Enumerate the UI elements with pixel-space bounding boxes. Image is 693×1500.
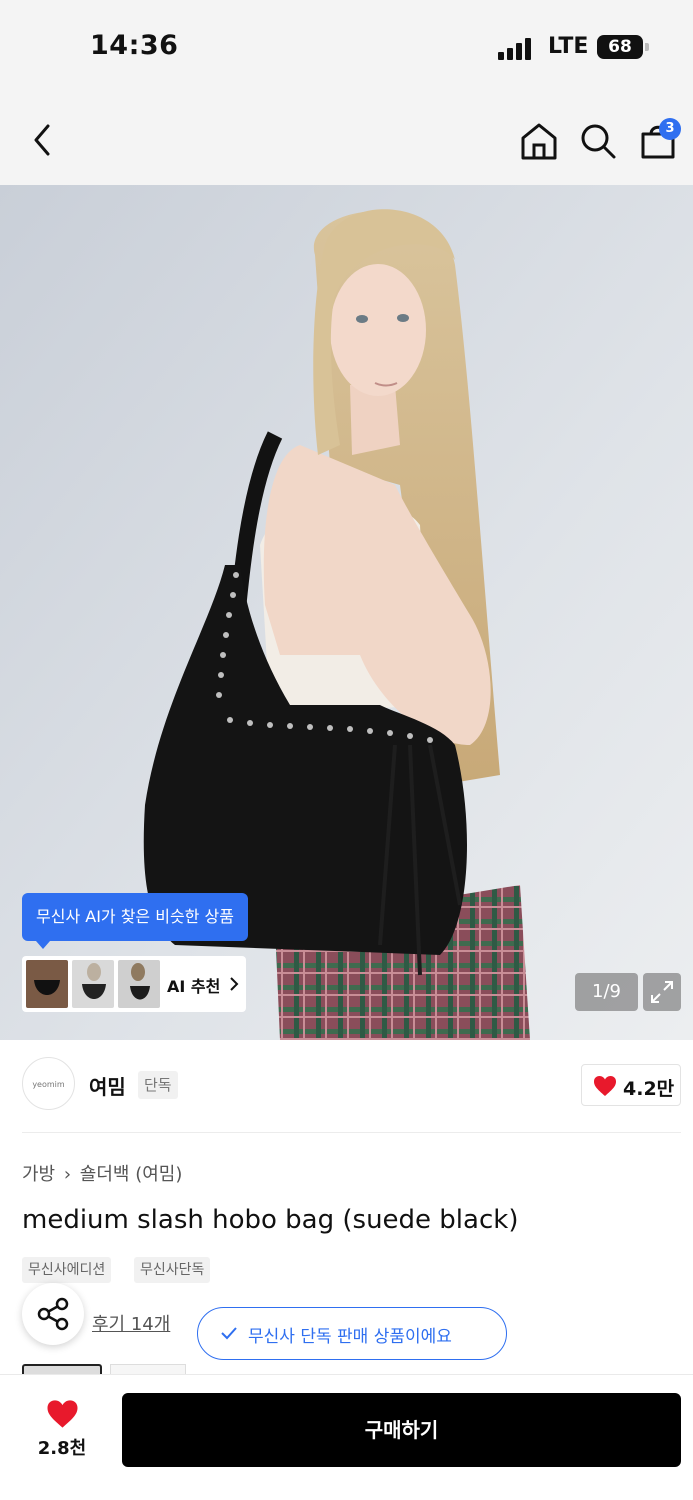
network-type: LTE	[548, 34, 589, 59]
breadcrumb-category[interactable]: 가방	[22, 1164, 55, 1185]
chevron-right-icon	[230, 977, 239, 991]
ai-thumbnail	[72, 960, 114, 1008]
back-button[interactable]	[28, 120, 58, 160]
battery-cap	[645, 43, 649, 51]
home-button[interactable]	[517, 120, 561, 162]
divider	[22, 1132, 681, 1133]
ai-recommendation-button[interactable]: AI 추천	[22, 956, 246, 1012]
expand-button[interactable]	[643, 973, 681, 1011]
heart-icon	[594, 1076, 616, 1096]
expand-icon	[651, 981, 673, 1003]
ai-thumbnail	[118, 960, 160, 1008]
brand-logo[interactable]: yeomim	[22, 1057, 75, 1110]
breadcrumb: 가방 › 숄더백 (여밈)	[22, 1160, 182, 1186]
status-time: 14:36	[90, 30, 179, 61]
cart-count-badge: 3	[659, 118, 681, 140]
share-button[interactable]	[22, 1283, 84, 1345]
share-icon	[37, 1297, 69, 1331]
check-icon	[221, 1327, 237, 1340]
heart-icon	[47, 1400, 78, 1428]
brand-like-button[interactable]: 4.2만	[581, 1064, 681, 1106]
wishlist-button[interactable]: 2.8천	[22, 1393, 102, 1467]
brand-like-count: 4.2만	[623, 1078, 675, 1100]
exclusive-sale-button[interactable]: 무신사 단독 판매 상품이에요	[197, 1307, 507, 1360]
wishlist-count: 2.8천	[37, 1438, 87, 1459]
battery-icon: 68	[597, 35, 643, 59]
exclusive-sale-text: 무신사 단독 판매 상품이에요	[248, 1327, 452, 1347]
product-title: medium slash hobo bag (suede black)	[22, 1205, 519, 1235]
tag-musinsa-edition: 무신사에디션	[22, 1257, 112, 1283]
breadcrumb-subcategory[interactable]: 숄더백 (여밈)	[80, 1164, 183, 1185]
buy-button[interactable]: 구매하기	[122, 1393, 681, 1467]
image-counter: 1/9	[575, 973, 638, 1011]
breadcrumb-separator-icon: ›	[63, 1164, 72, 1185]
ai-similar-tooltip[interactable]: 무신사 AI가 찾은 비슷한 상품	[22, 893, 248, 949]
exclusive-badge: 단독	[138, 1071, 178, 1099]
search-button[interactable]	[578, 120, 618, 162]
ai-reco-label: AI 추천	[167, 977, 221, 996]
brand-name[interactable]: 여밈	[89, 1071, 126, 1100]
signal-strength-icon	[498, 38, 536, 60]
tag-musinsa-exclusive: 무신사단독	[134, 1257, 211, 1283]
ai-thumbnail	[26, 960, 68, 1008]
reviews-link[interactable]: 후기 14개	[92, 1310, 170, 1336]
status-bar: 14:36 LTE 68	[0, 0, 693, 96]
